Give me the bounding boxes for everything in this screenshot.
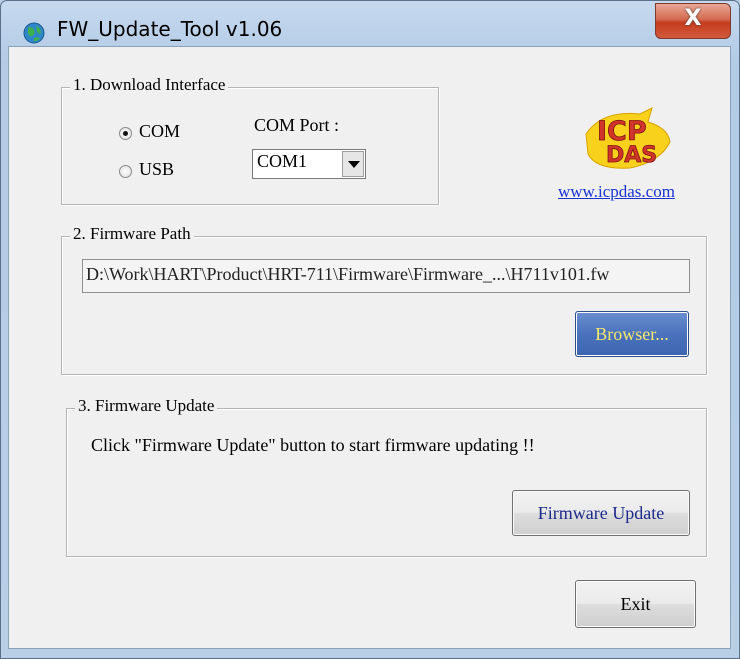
com-radio[interactable] [119, 127, 132, 140]
chevron-down-icon[interactable] [342, 151, 364, 177]
com-radio-label[interactable]: COM [139, 121, 180, 142]
close-button[interactable]: X [655, 3, 731, 39]
exit-button[interactable]: Exit [575, 580, 696, 628]
com-port-select[interactable]: COM1 [252, 149, 366, 179]
window-title: FW_Update_Tool v1.06 [57, 17, 283, 41]
logo-bottom-text: DAS [606, 143, 657, 168]
download-interface-group: 1. Download Interface [61, 75, 439, 205]
com-port-value: COM1 [257, 151, 308, 171]
firmware-path-label: 2. Firmware Path [70, 224, 194, 244]
update-instruction: Click "Firmware Update" button to start … [91, 435, 535, 455]
usb-radio-label[interactable]: USB [139, 159, 174, 180]
exit-button-label: Exit [620, 594, 651, 614]
close-icon: X [684, 6, 702, 31]
browse-button[interactable]: Browser... [575, 311, 689, 357]
icpdas-logo: ICP DAS [585, 107, 671, 169]
icpdas-link[interactable]: www.icpdas.com [558, 182, 675, 202]
firmware-update-button[interactable]: Firmware Update [512, 490, 690, 536]
download-interface-label: 1. Download Interface [70, 75, 229, 95]
client-area: 1. Download Interface COM USB COM Port :… [8, 46, 731, 649]
firmware-update-label: 3. Firmware Update [75, 396, 218, 416]
usb-radio[interactable] [119, 165, 132, 178]
firmware-path-value: D:\Work\HART\Product\HRT-711\Firmware\Fi… [86, 264, 610, 284]
globe-icon [23, 22, 45, 44]
firmware-path-field[interactable]: D:\Work\HART\Product\HRT-711\Firmware\Fi… [82, 259, 690, 293]
app-window: FW_Update_Tool v1.06 X 1. Download Inter… [0, 0, 740, 659]
com-port-label: COM Port : [254, 115, 340, 135]
browse-button-label: Browser... [595, 324, 669, 344]
firmware-update-button-label: Firmware Update [537, 503, 665, 523]
